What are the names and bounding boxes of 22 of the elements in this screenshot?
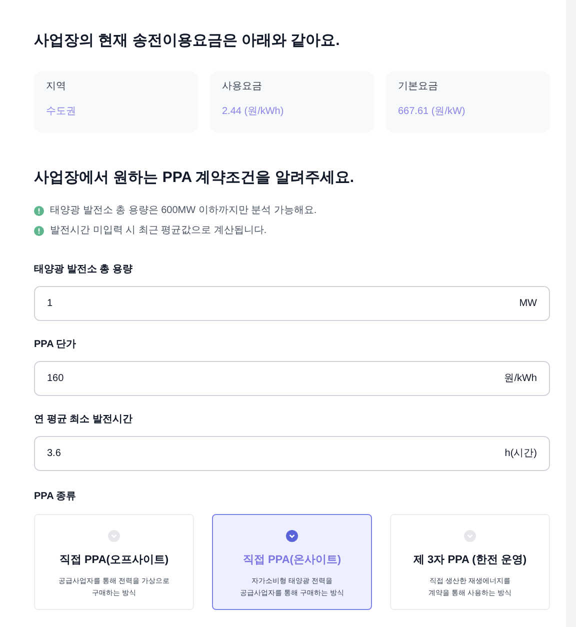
info-icon (34, 226, 44, 236)
section-title: 사업장의 현재 송전이용요금은 아래와 같아요. (34, 31, 341, 51)
check-icon (286, 530, 298, 542)
fee-value: 2.44 (원/kWh) (222, 104, 285, 118)
input-field[interactable]: 160 원/kWh (34, 361, 550, 396)
field-label: 연 평균 최소 발전시간 (34, 413, 134, 427)
fee-label: 사용요금 (222, 80, 263, 94)
check-icon (108, 530, 120, 542)
input-field[interactable]: 3.6 h(시간) (34, 436, 550, 471)
fee-value: 667.61 (원/kW) (398, 104, 466, 118)
fee-label: 기본요금 (398, 80, 439, 94)
info-icon (34, 206, 44, 216)
field-label: 태양광 발전소 총 용량 (34, 263, 134, 277)
section-title: 사업장에서 원하는 PPA 계약조건을 알려주세요. (34, 168, 356, 188)
field-label: PPA 종류 (34, 490, 78, 504)
note-text: 태양광 발전소 총 용량은 600MW 이하까지만 분석 가능해요. (50, 204, 317, 218)
field-label: PPA 단가 (34, 338, 78, 352)
fee-value: 수도권 (46, 104, 77, 118)
fee-label: 지역 (46, 80, 67, 94)
check-icon (464, 530, 476, 542)
note-text: 발전시간 미입력 시 최근 평균값으로 계산됩니다. (50, 224, 267, 238)
input-field[interactable]: 1 MW (34, 286, 550, 321)
